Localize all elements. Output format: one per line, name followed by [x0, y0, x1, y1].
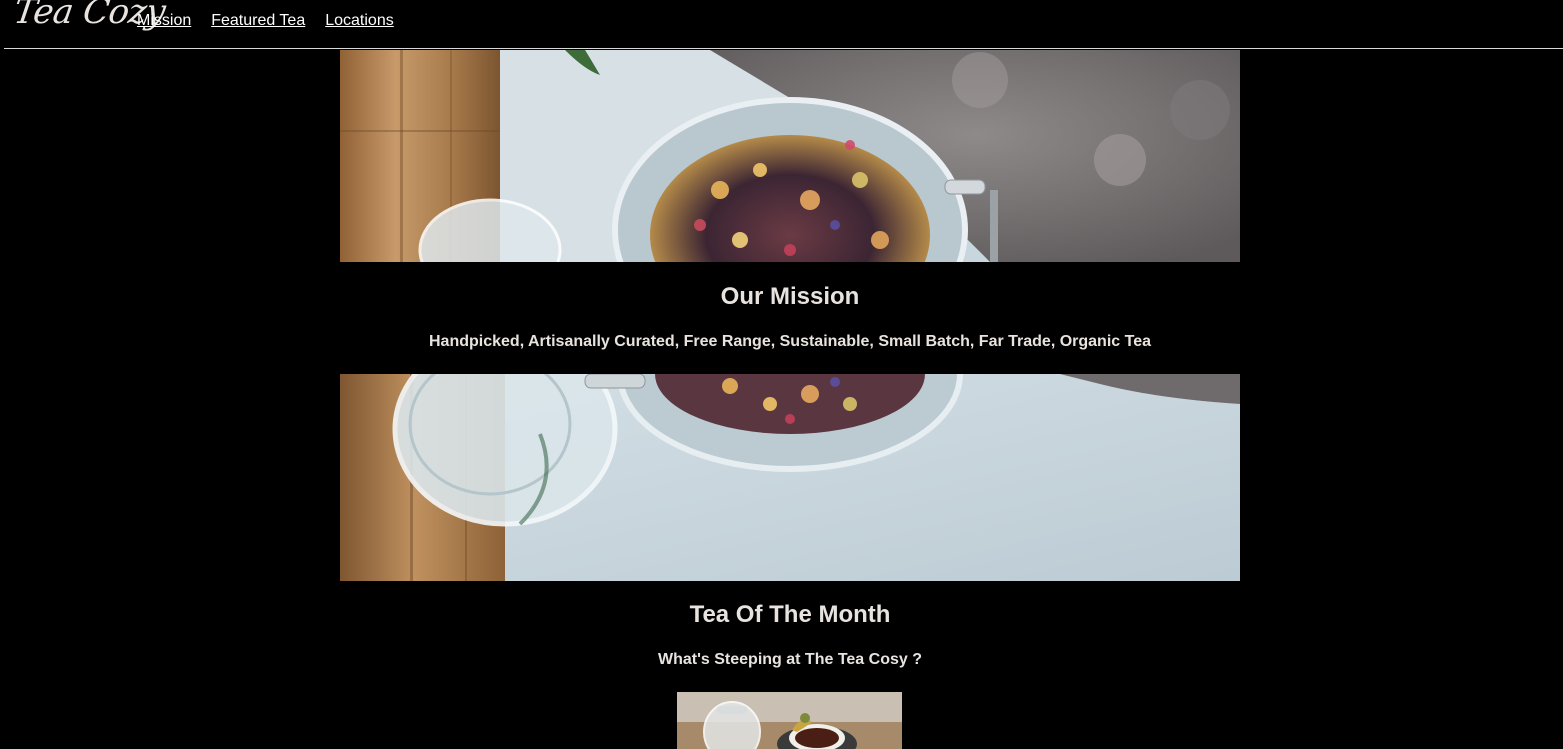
mission-subtitle: Handpicked, Artisanally Curated, Free Ra…: [429, 333, 1151, 350]
tea-of-month-subtitle: What's Steeping at The Tea Cosy ?: [658, 651, 922, 668]
site-header: Tea Cozy Mission Featured Tea Locations: [4, 0, 1563, 49]
tea-of-month-title: Tea Of The Month: [689, 601, 891, 628]
nav-link-featured-tea[interactable]: Featured Tea: [211, 12, 305, 30]
tea-jar-image-top: [340, 50, 1240, 262]
main-nav: Mission Featured Tea Locations: [137, 12, 394, 30]
tea-cup-image: [677, 692, 902, 749]
tea-jar-image-bottom: [340, 374, 1240, 581]
nav-link-locations[interactable]: Locations: [325, 12, 394, 30]
hero-image-top: [340, 50, 1240, 262]
mission-title: Our Mission: [720, 283, 860, 310]
hero-image-bottom: [340, 374, 1240, 581]
nav-link-mission[interactable]: Mission: [137, 12, 191, 30]
featured-tea-image: [677, 692, 902, 749]
